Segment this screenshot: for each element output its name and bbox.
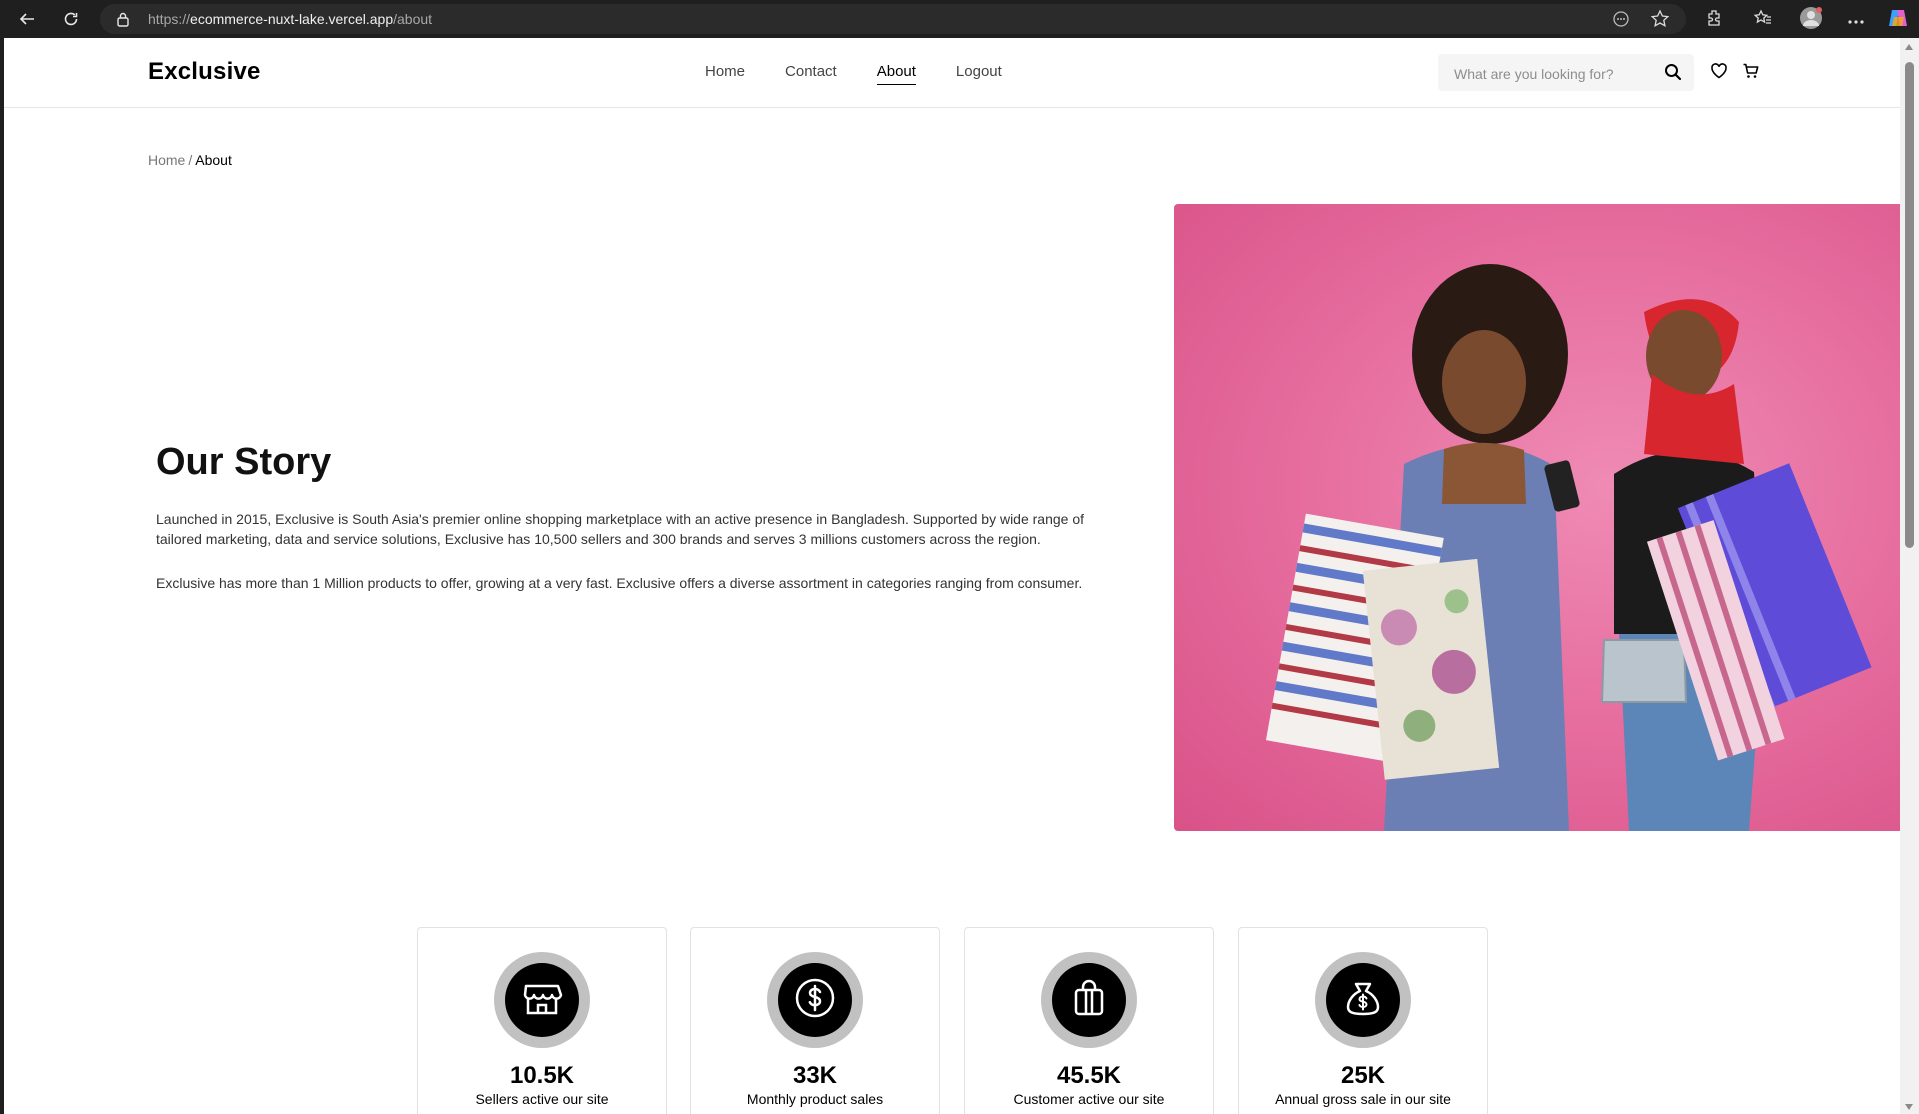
stat-card-sellers[interactable]: 10.5K Sellers active our site xyxy=(417,927,667,1114)
main-nav: Home Contact About Logout xyxy=(705,63,1042,85)
page-viewport: Exclusive Home Contact About Logout Home… xyxy=(4,38,1900,1114)
breadcrumb-current: About xyxy=(195,152,232,168)
stat-label: Customer active our site xyxy=(1013,1091,1165,1107)
hero-shopping-image xyxy=(1174,204,1900,831)
reload-icon[interactable] xyxy=(60,8,82,30)
stat-icon-ring xyxy=(1315,952,1411,1048)
story-paragraph-2: Exclusive has more than 1 Million produc… xyxy=(156,575,1083,591)
breadcrumb: Home / About xyxy=(148,152,232,168)
lock-icon[interactable] xyxy=(116,11,130,32)
nav-logout[interactable]: Logout xyxy=(956,63,1002,85)
scroll-up-icon[interactable] xyxy=(1905,44,1913,50)
site-logo[interactable]: Exclusive xyxy=(148,58,261,86)
back-icon[interactable] xyxy=(16,8,38,30)
stat-icon-ring xyxy=(767,952,863,1048)
cart-icon[interactable] xyxy=(1742,62,1760,85)
more-options-icon[interactable] xyxy=(1847,12,1865,30)
stat-card-annual-sales[interactable]: 25K Annual gross sale in our site xyxy=(1238,927,1488,1114)
stat-icon-ring xyxy=(1041,952,1137,1048)
story-paragraph-1: Launched in 2015, Exclusive is South Asi… xyxy=(156,511,1085,547)
story-title: Our Story xyxy=(156,441,332,483)
stat-value: 45.5K xyxy=(1056,1062,1122,1089)
page-scrollbar[interactable] xyxy=(1900,38,1919,1114)
stat-card-monthly-sales[interactable]: 33K Monthly product sales xyxy=(690,927,940,1114)
scroll-down-icon[interactable] xyxy=(1905,1104,1913,1110)
address-bar[interactable]: https://ecommerce-nuxt-lake.vercel.app/a… xyxy=(100,4,1686,34)
extensions-icon[interactable] xyxy=(1705,8,1725,33)
money-bag-icon xyxy=(1341,976,1385,1025)
nav-contact[interactable]: Contact xyxy=(785,63,837,85)
site-header: Exclusive Home Contact About Logout xyxy=(4,38,1900,108)
copilot-icon[interactable] xyxy=(1887,7,1909,34)
browser-toolbar: https://ecommerce-nuxt-lake.vercel.app/a… xyxy=(0,0,1919,38)
stat-value: 10.5K xyxy=(509,1062,575,1089)
nav-about[interactable]: About xyxy=(876,63,916,85)
stat-card-customers[interactable]: 45.5K Customer active our site xyxy=(964,927,1214,1114)
scrollbar-thumb[interactable] xyxy=(1905,62,1914,548)
wishlist-heart-icon[interactable] xyxy=(1710,62,1728,85)
search-input[interactable] xyxy=(1438,54,1666,93)
stat-label: Monthly product sales xyxy=(746,1091,884,1107)
stat-label: Annual gross sale in our site xyxy=(1275,1091,1451,1107)
search-icon[interactable] xyxy=(1664,63,1682,86)
stat-value: 25K xyxy=(1340,1062,1386,1089)
profile-avatar-icon[interactable] xyxy=(1799,6,1823,35)
reader-mode-icon[interactable] xyxy=(1612,10,1630,33)
dollar-icon xyxy=(793,976,837,1025)
shop-icon xyxy=(520,976,564,1025)
stat-icon-ring xyxy=(494,952,590,1048)
breadcrumb-home[interactable]: Home xyxy=(148,152,185,168)
stat-label: Sellers active our site xyxy=(475,1091,609,1107)
search-box xyxy=(1438,54,1694,93)
stat-value: 33K xyxy=(792,1062,838,1089)
favorites-icon[interactable] xyxy=(1753,8,1773,33)
favorite-star-icon[interactable] xyxy=(1650,9,1670,34)
breadcrumb-separator: / xyxy=(188,152,193,168)
gift-bag-icon xyxy=(1067,976,1111,1025)
nav-home[interactable]: Home xyxy=(705,63,745,85)
url-text[interactable]: https://ecommerce-nuxt-lake.vercel.app/a… xyxy=(148,11,432,27)
